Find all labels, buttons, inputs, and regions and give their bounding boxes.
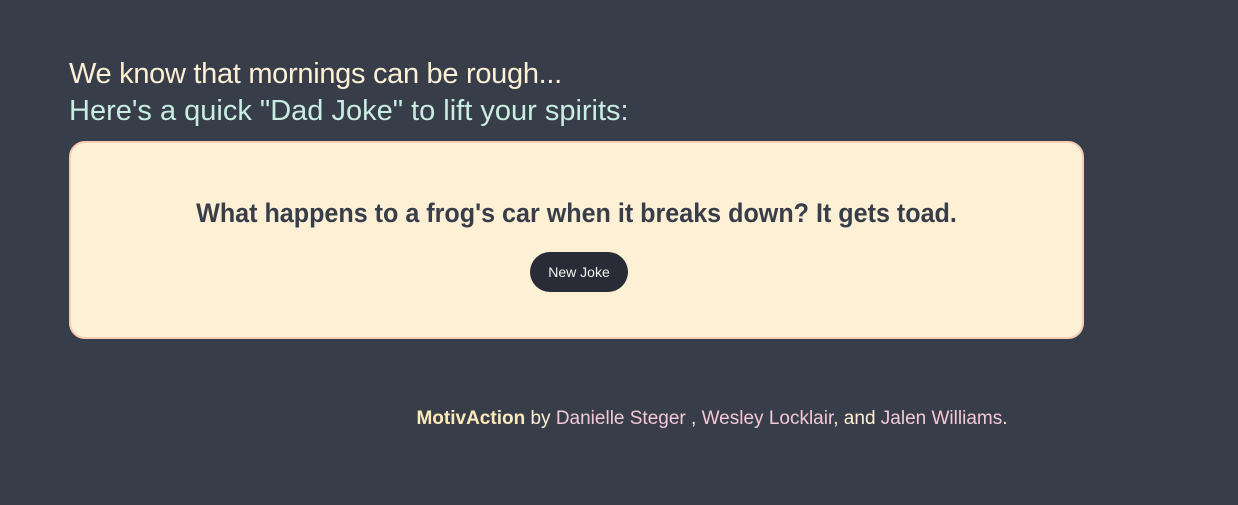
footer-end-period: . [1002,408,1008,429]
subheadline: Here's a quick "Dad Joke" to lift your s… [69,95,629,127]
brand-name: MotivAction [416,408,526,429]
footer-separator-2: , and [833,408,881,429]
joke-text: What happens to a frog's car when it bre… [196,198,957,228]
footer-by-text: by [525,408,556,429]
joke-card: What happens to a frog's car when it bre… [69,141,1084,339]
author-link-jalen-williams[interactable]: Jalen Williams [881,408,1002,429]
footer-credits: MotivAction by Danielle Steger , Wesley … [0,407,1238,431]
headline: We know that mornings can be rough... [69,58,562,90]
author-link-danielle-steger[interactable]: Danielle Steger [556,408,686,429]
author-link-wesley-locklair[interactable]: Wesley Locklair [702,408,834,429]
new-joke-button[interactable]: New Joke [530,252,628,292]
footer-separator-1: , [685,408,702,429]
